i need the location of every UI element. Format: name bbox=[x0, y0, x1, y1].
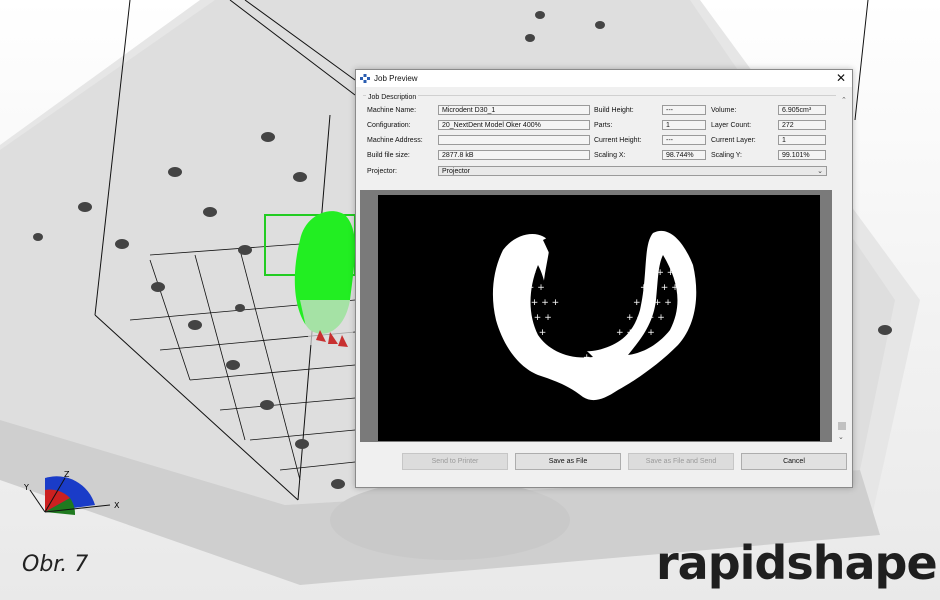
axis-x-label: X bbox=[114, 501, 120, 510]
cancel-button[interactable]: Cancel bbox=[741, 453, 847, 470]
volume-field[interactable]: 6.905cm³ bbox=[778, 105, 826, 115]
job-preview-dialog: Job Preview ✕ Job Description ⌃ Machine … bbox=[355, 69, 853, 488]
svg-text:+ + + +: + + + + bbox=[513, 313, 552, 323]
svg-text:+ + + + +: + + + + + bbox=[510, 298, 559, 308]
save-and-send-button[interactable]: Save as File and Send bbox=[628, 453, 734, 470]
close-icon[interactable]: ✕ bbox=[834, 71, 848, 85]
brand-logo: rapidshape bbox=[656, 536, 938, 590]
build-file-size-label: Build file size: bbox=[367, 152, 410, 159]
current-layer-field[interactable]: 1 bbox=[778, 135, 826, 145]
layer-count-field[interactable]: 272 bbox=[778, 120, 826, 130]
machine-address-field[interactable] bbox=[438, 135, 590, 145]
scaling-x-field[interactable]: 98.744% bbox=[662, 150, 706, 160]
svg-text:+ + + +: + + + + bbox=[506, 283, 545, 293]
machine-name-field[interactable]: Microdent D30_1 bbox=[438, 105, 590, 115]
scaling-y-field[interactable]: 99.101% bbox=[778, 150, 826, 160]
build-height-label: Build Height: bbox=[594, 107, 634, 114]
layer-count-label: Layer Count: bbox=[711, 122, 752, 129]
configuration-field[interactable]: 20_NextDent Model Oker 400% bbox=[438, 120, 590, 130]
svg-text:+ + +: + + + bbox=[518, 328, 546, 338]
build-file-size-field[interactable]: 2877.8 kB bbox=[438, 150, 590, 160]
projector-select[interactable]: Projector ⌄ bbox=[438, 166, 827, 176]
machine-address-label: Machine Address: bbox=[367, 137, 423, 144]
svg-text:+ + + +: + + + + bbox=[633, 298, 672, 308]
send-to-printer-button[interactable]: Send to Printer bbox=[402, 453, 508, 470]
build-height-field[interactable]: --- bbox=[662, 105, 706, 115]
dialog-titlebar[interactable]: Job Preview ✕ bbox=[356, 70, 852, 87]
save-as-file-button[interactable]: Save as File bbox=[515, 453, 621, 470]
configuration-label: Configuration: bbox=[367, 122, 411, 129]
projector-label: Projector: bbox=[367, 168, 397, 175]
dialog-title: Job Preview bbox=[374, 74, 418, 83]
vertical-scrollbar[interactable]: ⌄ bbox=[837, 195, 847, 445]
machine-name-label: Machine Name: bbox=[367, 107, 417, 114]
axis-z-label: Z bbox=[64, 470, 70, 479]
volume-label: Volume: bbox=[711, 107, 737, 114]
scaling-y-label: Scaling Y: bbox=[711, 152, 743, 159]
parts-field[interactable]: 1 bbox=[662, 120, 706, 130]
parts-label: Parts: bbox=[594, 122, 613, 129]
projector-select-value: Projector bbox=[442, 168, 471, 175]
current-layer-label: Current Layer: bbox=[711, 137, 756, 144]
chevron-down-icon: ⌄ bbox=[817, 168, 823, 175]
layer-slice-image: + + + + + + + + + + + + + + + + + + + + … bbox=[378, 195, 820, 441]
group-title: Job Description bbox=[366, 94, 419, 101]
axis-y-label: Y bbox=[23, 483, 29, 492]
scroll-up-icon[interactable]: ⌃ bbox=[841, 96, 847, 104]
svg-text:+ + +: + + + bbox=[646, 268, 674, 278]
slice-mask-shape: + + + + + + + + + + + + + + + + + + + + … bbox=[492, 230, 697, 401]
layer-preview-panel: + + + + + + + + + + + + + + + + + + + + … bbox=[360, 190, 832, 442]
app-icon bbox=[360, 74, 370, 83]
svg-text:+ + +: + + + bbox=[508, 268, 536, 278]
svg-text:+ + + +: + + + + bbox=[616, 328, 655, 338]
figure-caption: Obr. 7 bbox=[22, 552, 89, 577]
current-height-label: Current Height: bbox=[594, 137, 642, 144]
scaling-x-label: Scaling X: bbox=[594, 152, 626, 159]
svg-text:+ + + +: + + + + bbox=[640, 283, 679, 293]
scroll-down-icon[interactable]: ⌄ bbox=[838, 433, 844, 441]
svg-text:+ + + +: + + + + bbox=[626, 313, 665, 323]
current-height-field[interactable]: --- bbox=[662, 135, 706, 145]
svg-text:+ + + +: + + + + bbox=[583, 353, 622, 363]
scrollbar-thumb[interactable] bbox=[838, 422, 846, 430]
